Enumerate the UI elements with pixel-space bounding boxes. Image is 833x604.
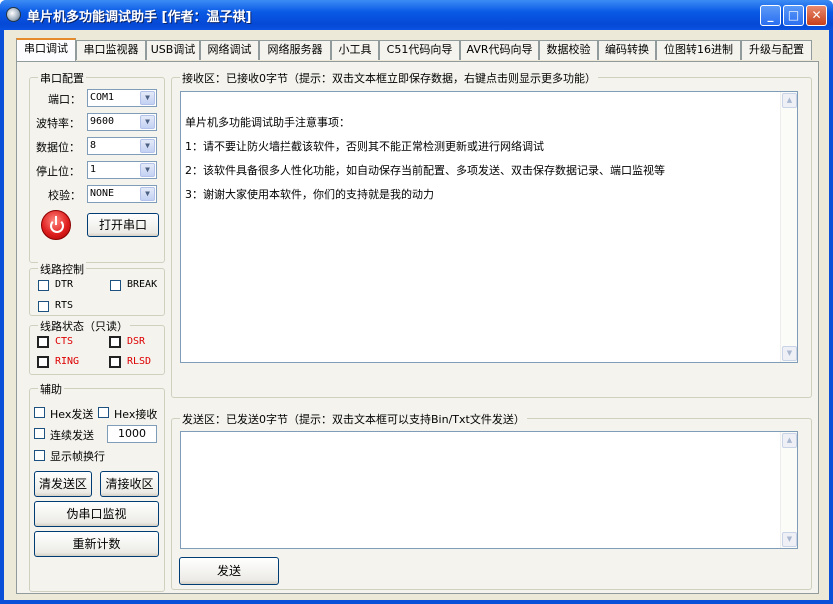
tab-c51-wizard[interactable]: C51代码向导 [379,40,460,60]
show-frame-newline-label: 显示帧换行 [50,450,105,463]
minimize-icon: _ [767,8,774,22]
hex-recv-label: Hex接收 [114,408,158,421]
receive-title: 接收区：已接收0字节（提示：双击文本框立即保存数据，右键点击则显示更多功能） [180,70,598,86]
fake-monitor-button[interactable]: 伪串口监视 [34,501,159,527]
baud-select[interactable]: 9600 ▼ [87,113,157,131]
continuous-send-label: 连续发送 [50,429,94,442]
tab-network-server[interactable]: 网络服务器 [259,40,331,60]
send-scrollbar[interactable]: ▲ ▼ [780,432,797,548]
scroll-down-icon[interactable]: ▼ [782,532,797,547]
parity-select[interactable]: NONE ▼ [87,185,157,203]
recount-button[interactable]: 重新计数 [34,531,159,557]
chevron-down-icon[interactable]: ▼ [140,139,155,153]
hex-recv-checkbox[interactable] [98,407,109,418]
power-icon[interactable] [41,210,71,240]
stopbits-select[interactable]: 1 ▼ [87,161,157,179]
cts-indicator [37,336,49,348]
maximize-icon: □ [787,8,800,22]
open-port-button[interactable]: 打开串口 [87,213,159,237]
receive-scrollbar[interactable]: ▲ ▼ [780,92,797,362]
break-checkbox[interactable] [110,280,121,291]
aux-title: 辅助 [38,381,64,397]
line-control-title: 线路控制 [38,261,86,277]
port-label: 端口： [48,93,81,106]
scroll-up-icon[interactable]: ▲ [782,93,797,108]
serial-debug-panel: 串口配置 端口： COM1 ▼ 波特率： 9600 ▼ 数据位： 8 ▼ 停止位： 1… [16,61,819,594]
serial-config-group: 串口配置 端口： COM1 ▼ 波特率： 9600 ▼ 数据位： 8 ▼ 停止位： 1… [29,70,165,263]
scroll-up-icon[interactable]: ▲ [782,433,797,448]
clear-recv-button[interactable]: 清接收区 [100,471,159,497]
dsr-indicator [109,336,121,348]
receive-line: 单片机多功能调试助手注意事项： [185,116,350,129]
continuous-send-checkbox[interactable] [34,428,45,439]
serial-config-title: 串口配置 [38,70,86,86]
hex-send-label: Hex发送 [50,408,94,421]
rts-label: RTS [55,300,74,311]
rts-checkbox[interactable] [38,301,49,312]
ring-indicator [37,356,49,368]
parity-label: 校验： [48,189,81,202]
line-status-group: 线路状态（只读） CTS DSR RING RLSD [29,318,165,375]
dsr-label: DSR [127,336,146,347]
ring-label: RING [55,356,80,367]
tab-data-checksum[interactable]: 数据校验 [539,40,598,60]
send-group: 发送区：已发送0字节（提示：双击文本框可以支持Bin/Txt文件发送） ▲ ▼ … [171,411,812,590]
baud-value: 9600 [90,116,115,127]
port-value: COM1 [90,92,115,103]
tab-serial-monitor[interactable]: 串口监视器 [76,40,146,60]
tab-avr-wizard[interactable]: AVR代码向导 [460,40,539,60]
clear-send-button[interactable]: 清发送区 [34,471,92,497]
client-area: 串口调试 串口监视器 USB调试 网络调试 网络服务器 小工具 C51代码向导 … [4,30,829,600]
parity-value: NONE [90,188,115,199]
app-window: 单片机多功能调试助手 [作者：温子祺] _ □ ✕ 串口调试 串口监视器 USB… [0,0,833,604]
cts-label: CTS [55,336,74,347]
minimize-button[interactable]: _ [760,5,781,26]
close-button[interactable]: ✕ [806,5,827,26]
close-icon: ✕ [811,8,822,22]
tab-bitmap-hex[interactable]: 位图转16进制 [656,40,741,60]
stopbits-label: 停止位： [36,165,80,178]
receive-group: 接收区：已接收0字节（提示：双击文本框立即保存数据，右键点击则显示更多功能） 单… [171,70,812,398]
rlsd-indicator [109,356,121,368]
tab-network-debug[interactable]: 网络调试 [200,40,259,60]
send-button[interactable]: 发送 [179,557,279,585]
baud-label: 波特率： [36,117,80,130]
send-textarea[interactable]: ▲ ▼ [180,431,798,549]
port-select[interactable]: COM1 ▼ [87,89,157,107]
databits-label: 数据位： [36,141,80,154]
title-bar[interactable]: 单片机多功能调试助手 [作者：温子祺] _ □ ✕ [0,0,833,30]
receive-line: 2：该软件具备很多人性化功能，如自动保存当前配置、多项发送、双击保存数据记录、端… [185,164,665,177]
aux-group: 辅助 Hex发送 Hex接收 连续发送 1000 显示帧换行 清发送区 清接收区… [29,381,165,592]
maximize-button[interactable]: □ [783,5,804,26]
send-interval-input[interactable]: 1000 [107,425,157,443]
hex-send-checkbox[interactable] [34,407,45,418]
dtr-checkbox[interactable] [38,280,49,291]
dtr-label: DTR [55,279,74,290]
tab-tools[interactable]: 小工具 [331,40,379,60]
databits-select[interactable]: 8 ▼ [87,137,157,155]
chevron-down-icon[interactable]: ▼ [140,187,155,201]
line-status-title: 线路状态（只读） [38,318,130,334]
rlsd-label: RLSD [127,356,152,367]
chevron-down-icon[interactable]: ▼ [140,163,155,177]
line-control-group: 线路控制 DTR BREAK RTS [29,261,165,316]
tab-encoding[interactable]: 编码转换 [598,40,656,60]
chevron-down-icon[interactable]: ▼ [140,91,155,105]
show-frame-newline-checkbox[interactable] [34,450,45,461]
app-icon [6,7,21,22]
chevron-down-icon[interactable]: ▼ [140,115,155,129]
tab-serial-debug[interactable]: 串口调试 [16,38,76,61]
receive-line: 3：谢谢大家使用本软件，你们的支持就是我的动力 [185,188,434,201]
send-title: 发送区：已发送0字节（提示：双击文本框可以支持Bin/Txt文件发送） [180,411,527,427]
break-label: BREAK [127,279,158,290]
scroll-down-icon[interactable]: ▼ [782,346,797,361]
tab-usb-debug[interactable]: USB调试 [146,40,200,60]
window-title: 单片机多功能调试助手 [作者：温子祺] [27,10,252,25]
stopbits-value: 1 [90,164,97,175]
receive-line: 1：请不要让防火墙拦截该软件，否则其不能正常检测更新或进行网络调试 [185,140,544,153]
tab-upgrade-config[interactable]: 升级与配置 [741,40,812,60]
receive-textarea[interactable]: 单片机多功能调试助手注意事项： 1：请不要让防火墙拦截该软件，否则其不能正常检测… [180,91,798,363]
databits-value: 8 [90,140,97,151]
